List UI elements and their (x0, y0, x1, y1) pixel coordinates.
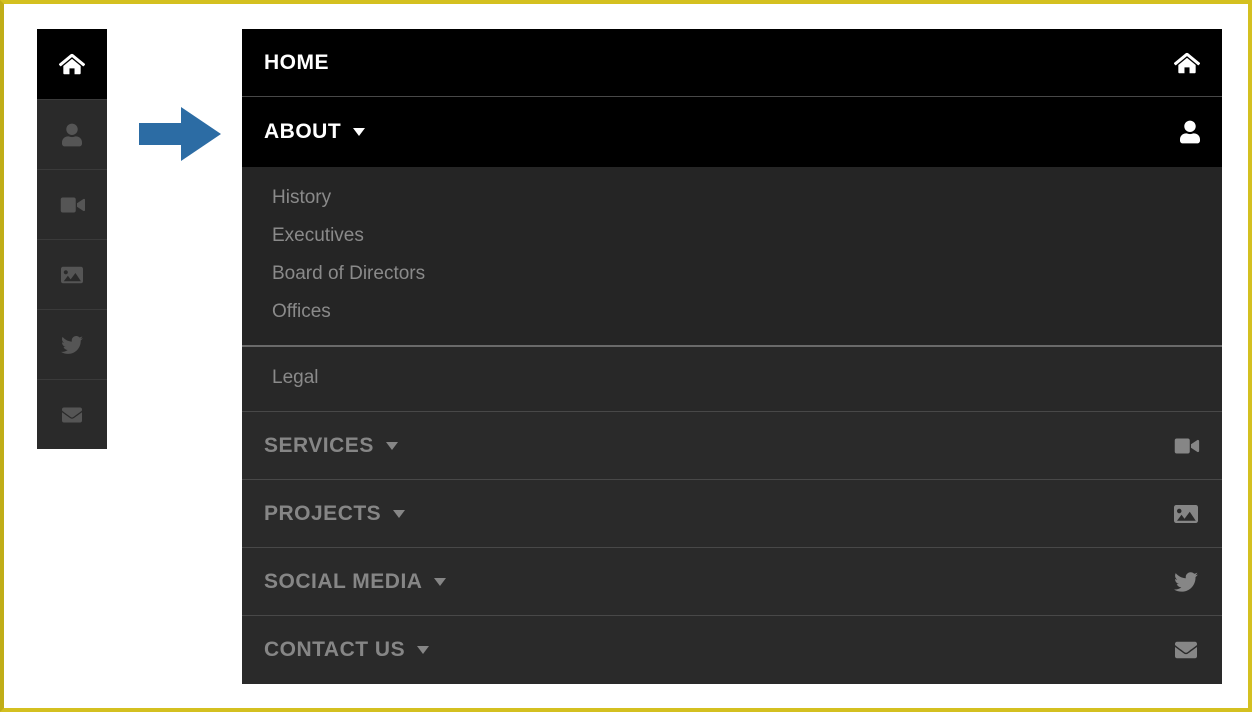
menu-item-home[interactable]: HOME (242, 29, 1222, 97)
rail-item-services[interactable] (37, 169, 107, 239)
menu-label: CONTACT US (264, 638, 405, 662)
video-icon (59, 195, 85, 215)
menu-label: HOME (264, 51, 329, 75)
icon-rail (37, 29, 107, 449)
sub-item-executives[interactable]: Executives (242, 217, 1222, 255)
menu-label: PROJECTS (264, 502, 381, 526)
home-icon (59, 52, 85, 76)
image-icon (1172, 502, 1200, 526)
about-submenu-primary: History Executives Board of Directors Of… (242, 167, 1222, 346)
user-icon (1180, 120, 1200, 144)
sub-item-offices[interactable]: Offices (242, 293, 1222, 331)
about-submenu-secondary: Legal (242, 346, 1222, 412)
menu-item-social[interactable]: SOCIAL MEDIA (242, 548, 1222, 616)
rail-item-projects[interactable] (37, 239, 107, 309)
image-icon (59, 264, 85, 286)
chevron-down-icon (386, 442, 398, 450)
menu-item-services[interactable]: SERVICES (242, 412, 1222, 480)
mail-icon (1172, 639, 1200, 661)
menu-item-about[interactable]: ABOUT (242, 97, 1222, 167)
mail-icon (59, 405, 85, 425)
rail-item-about[interactable] (37, 99, 107, 169)
sub-item-legal[interactable]: Legal (242, 357, 1222, 399)
chevron-down-icon (434, 578, 446, 586)
chevron-down-icon (353, 128, 365, 136)
rail-item-home[interactable] (37, 29, 107, 99)
video-icon (1172, 436, 1200, 456)
menu-label: ABOUT (264, 120, 341, 144)
user-icon (62, 123, 82, 147)
chevron-down-icon (417, 646, 429, 654)
menu-item-projects[interactable]: PROJECTS (242, 480, 1222, 548)
menu-label: SOCIAL MEDIA (264, 570, 422, 594)
menu-item-contact[interactable]: CONTACT US (242, 616, 1222, 684)
expanded-menu: HOME ABOUT History Executives Board of D… (242, 29, 1222, 684)
twitter-icon (1172, 570, 1200, 594)
home-icon (1174, 51, 1200, 75)
rail-item-contact[interactable] (37, 379, 107, 449)
arrow-right-icon (139, 104, 223, 164)
sub-item-board[interactable]: Board of Directors (242, 255, 1222, 293)
sub-item-history[interactable]: History (242, 179, 1222, 217)
twitter-icon (59, 334, 85, 356)
menu-label: SERVICES (264, 434, 374, 458)
rail-item-social[interactable] (37, 309, 107, 379)
chevron-down-icon (393, 510, 405, 518)
app-frame: HOME ABOUT History Executives Board of D… (0, 0, 1252, 712)
